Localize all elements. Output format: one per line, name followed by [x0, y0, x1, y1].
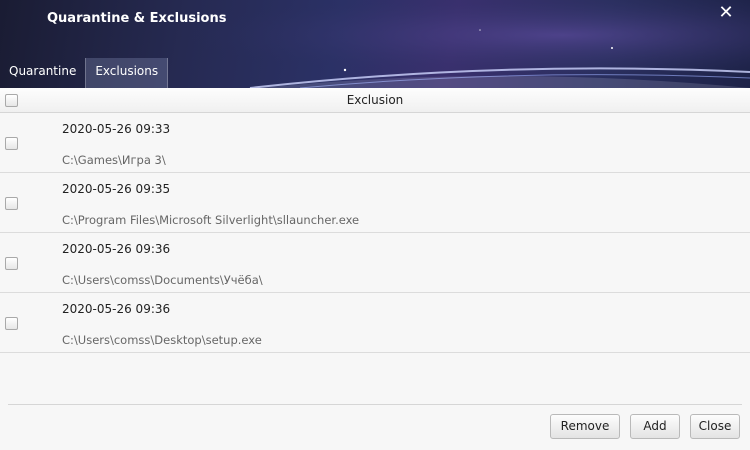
row-path: C:\Program Files\Microsoft Silverlight\s… [62, 213, 360, 227]
close-window-icon[interactable]: ✕ [716, 4, 736, 24]
table-row[interactable]: 2020-05-26 09:36 C:\Users\comss\Desktop\… [0, 293, 750, 353]
exclusions-table: Exclusion 2020-05-26 09:33 C:\Games\Игра… [0, 88, 750, 404]
table-header: Exclusion [0, 88, 750, 113]
add-button[interactable]: Add [630, 414, 680, 439]
row-checkbox[interactable] [5, 317, 18, 330]
column-header-exclusion: Exclusion [346, 93, 404, 107]
window-title: Quarantine & Exclusions [47, 11, 227, 26]
row-path: C:\Users\comss\Documents\Учёба\ [62, 273, 263, 287]
row-checkbox[interactable] [5, 197, 18, 210]
row-checkbox[interactable] [5, 137, 18, 150]
table-row[interactable]: 2020-05-26 09:35 C:\Program Files\Micros… [0, 173, 750, 233]
row-checkbox[interactable] [5, 257, 18, 270]
row-path: C:\Games\Игра 3\ [62, 153, 166, 167]
table-row[interactable]: 2020-05-26 09:36 C:\Users\comss\Document… [0, 233, 750, 293]
tab-quarantine[interactable]: Quarantine [0, 58, 85, 88]
table-row[interactable]: 2020-05-26 09:33 C:\Games\Игра 3\ [0, 113, 750, 173]
close-button[interactable]: Close [690, 414, 740, 439]
row-date: 2020-05-26 09:36 [62, 302, 171, 316]
row-path: C:\Users\comss\Desktop\setup.exe [62, 333, 262, 347]
tab-bar: Quarantine Exclusions [0, 58, 169, 88]
row-date: 2020-05-26 09:35 [62, 182, 171, 196]
row-date: 2020-05-26 09:36 [62, 242, 171, 256]
remove-button[interactable]: Remove [550, 414, 620, 439]
tab-exclusions[interactable]: Exclusions [85, 58, 169, 88]
row-date: 2020-05-26 09:33 [62, 122, 171, 136]
footer-divider [8, 404, 742, 405]
title-bar: Quarantine & Exclusions ✕ Quarantine Exc… [0, 0, 750, 88]
